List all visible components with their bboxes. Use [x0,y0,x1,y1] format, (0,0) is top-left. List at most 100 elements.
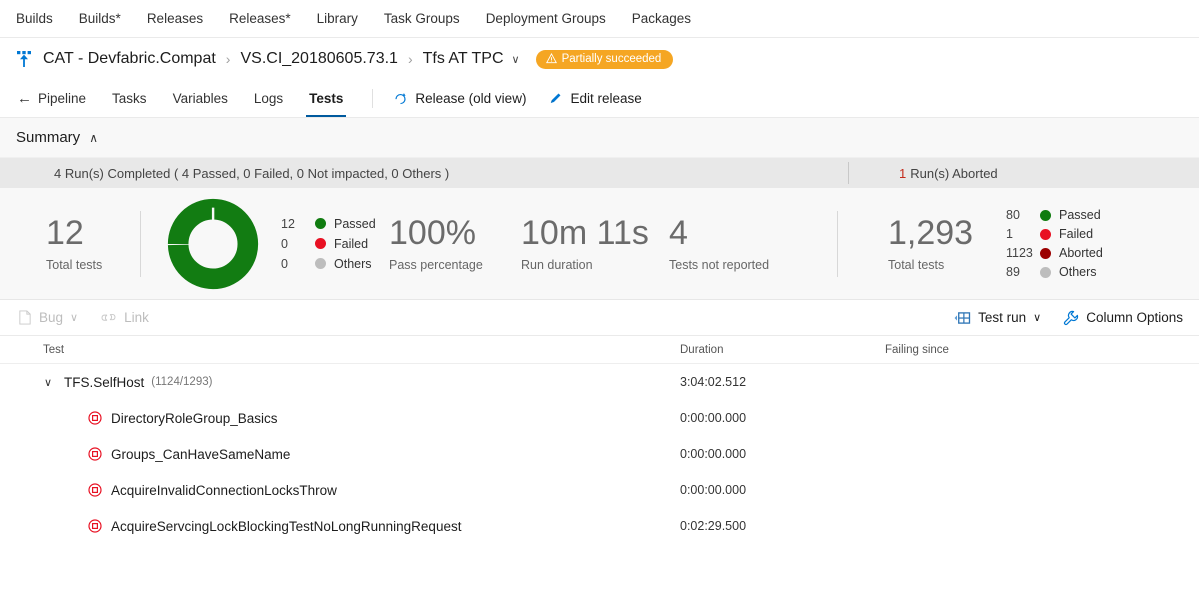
runs-completed-text: 4 Run(s) Completed ( 4 Passed, 0 Failed,… [0,166,848,181]
legend-others-count-right: 89 [1006,265,1040,279]
breadcrumb-release[interactable]: VS.CI_20180605.73.1 [240,50,397,68]
release-old-view-link[interactable]: Release (old view) [393,80,526,117]
column-options-label: Column Options [1086,310,1183,325]
failed-dot-icon [315,238,326,249]
refresh-icon [393,91,408,106]
test-name: AcquireServcingLockBlockingTestNoLongRun… [111,519,461,534]
metric-run-duration: 10m 11s Run duration [521,215,669,272]
status-badge-label: Partially succeeded [562,53,662,65]
test-duration: 0:00:00.000 [680,447,885,461]
warning-triangle-icon [546,53,557,64]
metrics-divider-2 [837,211,838,277]
edit-release-link[interactable]: Edit release [548,80,641,117]
total-tests-value-right: 1,293 [888,215,973,251]
legend-passed-label: Passed [334,217,376,231]
tab-tasks[interactable]: Tasks [111,80,148,117]
link-icon [100,311,117,324]
group-count: (1124/1293) [151,376,212,388]
tab-tests[interactable]: Tests [308,80,344,117]
legend-failed-count-right: 1 [1006,227,1040,241]
release-icon [14,49,34,69]
bug-chevron-down-icon[interactable]: ∨ [70,311,78,324]
legend-item-others-right: 89 Others [1006,265,1103,279]
group-expand-chevron-down-icon[interactable]: ∨ [44,376,52,389]
test-name: AcquireInvalidConnectionLocksThrow [111,483,337,498]
tab-logs[interactable]: Logs [253,80,284,117]
breadcrumb-pipeline[interactable]: CAT - Devfabric.Compat [43,50,216,68]
run-counts-bar: 4 Run(s) Completed ( 4 Passed, 0 Failed,… [0,158,1199,188]
nav-item-releases[interactable]: Releases [147,11,203,26]
others-dot-icon [315,258,326,269]
tests-not-reported-value: 4 [669,215,837,251]
breadcrumb: CAT - Devfabric.Compat › VS.CI_20180605.… [0,38,1199,80]
back-arrow-icon: ← [17,90,32,107]
legend-others-count: 0 [281,257,315,271]
tests-not-reported-label: Tests not reported [669,258,837,272]
tab-variables[interactable]: Variables [172,80,229,117]
metrics-bar: 12 Total tests 12 Passed 0 Failed 0 Othe… [0,188,1199,300]
metric-total-tests-right: 1,293 Total tests [888,215,1006,272]
aborted-icon [88,483,102,497]
pencil-icon [548,91,563,106]
pass-percentage-label: Pass percentage [389,258,521,272]
tab-divider [372,89,373,108]
table-row[interactable]: AcquireServcingLockBlockingTestNoLongRun… [0,508,1199,544]
top-navigation: Builds Builds* Releases Releases* Librar… [0,0,1199,38]
column-header-duration[interactable]: Duration [680,344,885,356]
aborted-icon [88,519,102,533]
nav-item-packages[interactable]: Packages [632,11,691,26]
results-toolbar: Bug ∨ Link Test run ∨ Column Options [0,300,1199,336]
tab-pipeline[interactable]: ← Pipeline [16,80,87,117]
legend-aborted-label-right: Aborted [1059,246,1103,260]
nav-item-deployment-groups[interactable]: Deployment Groups [486,11,606,26]
test-name-cell: Groups_CanHaveSameName [0,447,680,462]
legend-passed-label-right: Passed [1059,208,1101,222]
run-duration-label: Run duration [521,258,669,272]
aborted-icon [88,411,102,425]
breadcrumb-separator-2: › [408,51,413,67]
table-row-group[interactable]: ∨ TFS.SelfHost (1124/1293) 3:04:02.512 [0,364,1199,400]
edit-release-label: Edit release [570,91,641,106]
column-header-failing-since[interactable]: Failing since [885,344,1199,356]
donut-legend-left: 12 Passed 0 Failed 0 Others [281,217,381,271]
column-options-button[interactable]: Column Options [1063,310,1183,326]
create-bug-button[interactable]: Bug ∨ [18,310,78,325]
legend-failed-label-right: Failed [1059,227,1093,241]
legend-failed-label: Failed [334,237,368,251]
total-tests-value-left: 12 [46,215,140,251]
groupby-icon [954,311,971,325]
environment-chevron-down-icon[interactable]: ∨ [512,53,520,66]
table-row[interactable]: DirectoryRoleGroup_Basics 0:00:00.000 [0,400,1199,436]
link-button[interactable]: Link [100,310,149,325]
test-run-chevron-down-icon[interactable]: ∨ [1033,311,1041,324]
test-name-cell: DirectoryRoleGroup_Basics [0,411,680,426]
table-row[interactable]: Groups_CanHaveSameName 0:00:00.000 [0,436,1199,472]
nav-item-builds[interactable]: Builds [16,11,53,26]
tab-bar: ← Pipeline Tasks Variables Logs Tests Re… [0,80,1199,118]
metric-pass-percentage: 100% Pass percentage [389,215,521,272]
summary-collapse-chevron-up-icon[interactable]: ∧ [89,131,98,145]
group-duration: 3:04:02.512 [680,375,885,389]
status-badge[interactable]: Partially succeeded [536,50,674,69]
nav-item-library[interactable]: Library [317,11,358,26]
others-dot-icon-right [1040,267,1051,278]
release-old-view-label: Release (old view) [415,91,526,106]
aborted-icon [88,447,102,461]
table-row[interactable]: AcquireInvalidConnectionLocksThrow 0:00:… [0,472,1199,508]
column-header-test[interactable]: Test [0,344,680,356]
passed-dot-icon [315,218,326,229]
breadcrumb-environment[interactable]: Tfs AT TPC [423,50,504,68]
test-run-label: Test run [978,310,1026,325]
nav-item-releases-preview[interactable]: Releases* [229,11,291,26]
summary-header[interactable]: Summary ∧ [0,118,1199,158]
legend-item-failed-right: 1 Failed [1006,227,1103,241]
wrench-icon [1063,310,1079,326]
test-run-groupby-button[interactable]: Test run ∨ [954,310,1041,325]
nav-item-builds-preview[interactable]: Builds* [79,11,121,26]
legend-failed-count: 0 [281,237,315,251]
summary-title: Summary [16,129,80,146]
test-duration: 0:00:00.000 [680,411,885,425]
run-duration-value: 10m 11s [521,215,669,251]
nav-item-task-groups[interactable]: Task Groups [384,11,460,26]
pass-percentage-value: 100% [389,215,521,251]
